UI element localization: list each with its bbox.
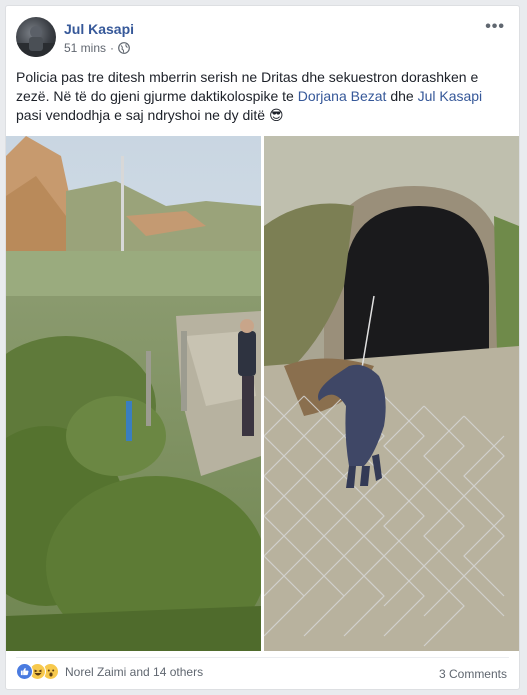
post-text: Policia pas tre ditesh mberrin serish ne… bbox=[16, 68, 511, 125]
author-name[interactable]: Jul Kasapi bbox=[64, 21, 134, 37]
more-options-icon[interactable]: ••• bbox=[485, 18, 505, 36]
comments-count[interactable]: 3 Comments bbox=[439, 667, 507, 681]
author-avatar[interactable] bbox=[16, 17, 56, 57]
mention-dorjana-bezat[interactable]: Dorjana Bezat bbox=[298, 88, 387, 104]
footer-divider bbox=[16, 657, 509, 658]
post-timestamp[interactable]: 51 mins bbox=[64, 41, 106, 55]
photo-grid bbox=[6, 136, 519, 651]
mention-jul-kasapi[interactable]: Jul Kasapi bbox=[418, 88, 483, 104]
post-text-part3: pasi vendodhja e saj ndryshoi ne dy ditë bbox=[16, 107, 269, 123]
sunglasses-emoji-icon: 😎 bbox=[268, 107, 284, 123]
post-meta: 51 mins · bbox=[64, 41, 130, 55]
post-text-part2: dhe bbox=[386, 88, 418, 104]
facebook-post: Jul Kasapi 51 mins · ••• Policia pas tre… bbox=[5, 5, 520, 690]
photo-tunnel-glove[interactable] bbox=[264, 136, 519, 651]
like-icon bbox=[16, 663, 33, 680]
globe-icon[interactable] bbox=[118, 42, 130, 54]
reaction-names[interactable]: Norel Zaimi and 14 others bbox=[65, 665, 203, 679]
photo-landscape[interactable] bbox=[6, 136, 261, 651]
reactions-summary[interactable]: Norel Zaimi and 14 others bbox=[16, 663, 203, 680]
separator-dot: · bbox=[110, 41, 115, 55]
